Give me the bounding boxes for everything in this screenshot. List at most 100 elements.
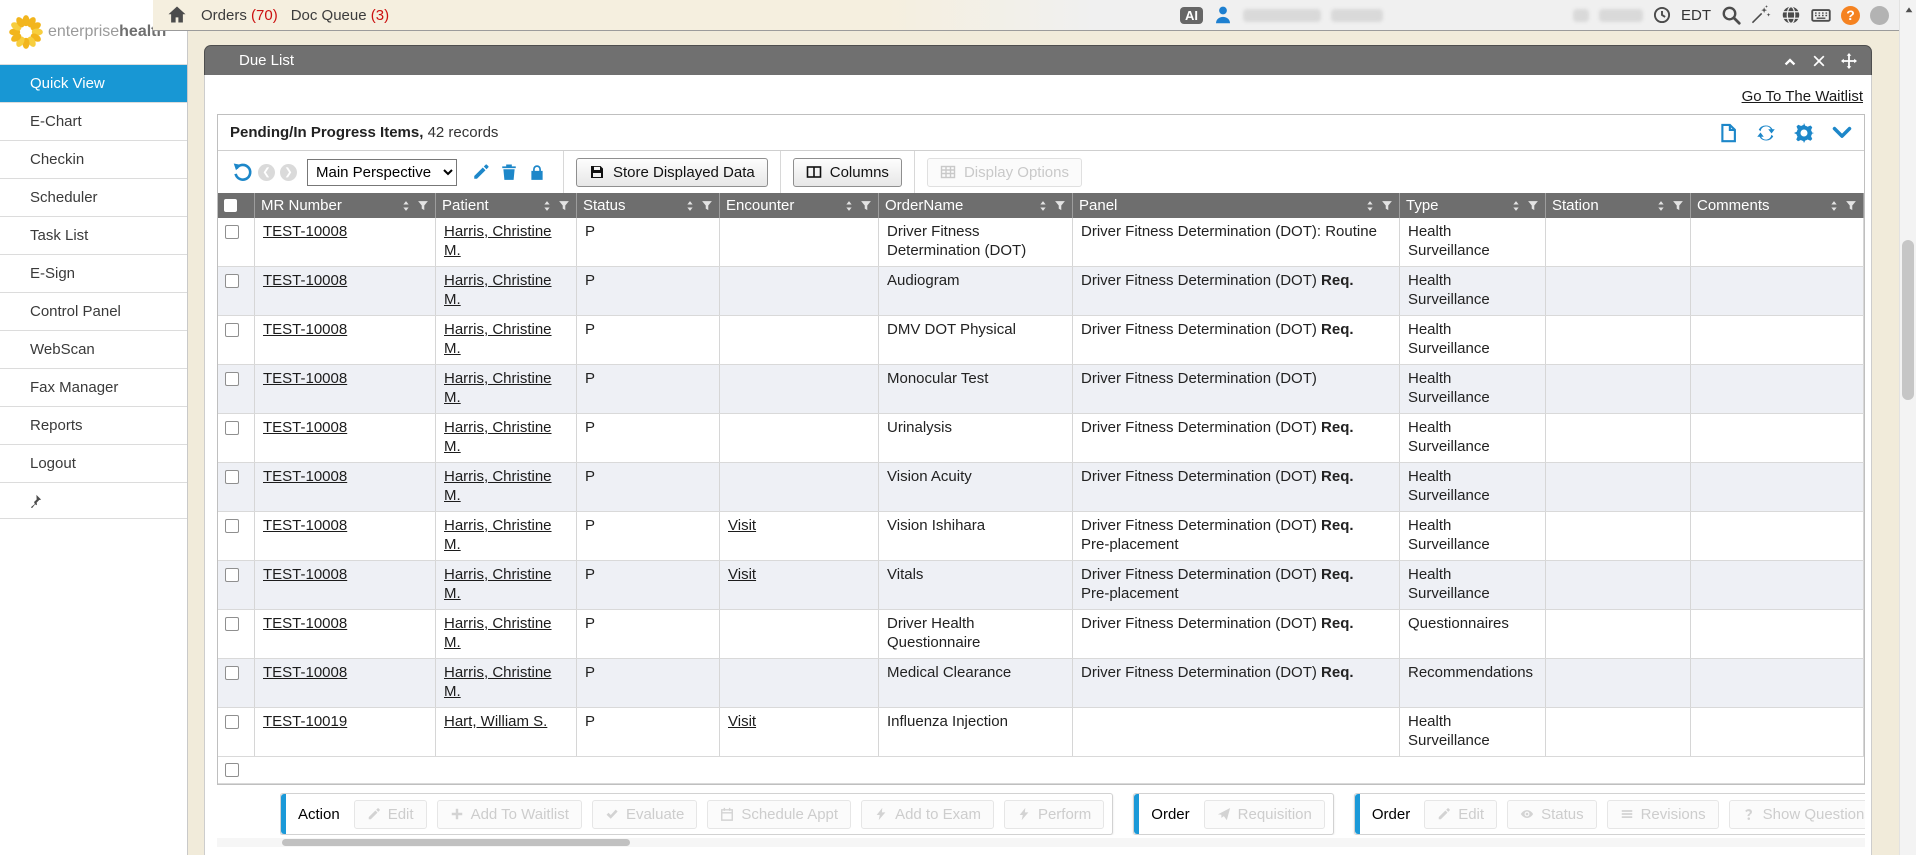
patient-link[interactable]: Harris, Christine M. (444, 223, 552, 259)
column-header-mr-number[interactable]: MR Number (255, 193, 436, 218)
patient-link[interactable]: Harris, Christine M. (444, 272, 552, 308)
column-header-status[interactable]: Status (577, 193, 720, 218)
row-checkbox[interactable] (225, 617, 239, 631)
sidebar-item-e-chart[interactable]: E-Chart (0, 103, 187, 141)
patient-link[interactable]: Hart, William S. (444, 713, 547, 730)
encounter-link[interactable]: Visit (728, 517, 756, 534)
row-checkbox[interactable] (225, 372, 239, 386)
patient-link[interactable]: Harris, Christine M. (444, 664, 552, 700)
row-checkbox[interactable] (225, 519, 239, 533)
sidebar-item-quick-view[interactable]: Quick View (0, 65, 187, 103)
undo-icon[interactable] (233, 162, 253, 182)
column-header-patient[interactable]: Patient (436, 193, 577, 218)
mr-number-link[interactable]: TEST-10008 (263, 223, 347, 240)
row-checkbox[interactable] (225, 470, 239, 484)
encounter-link[interactable]: Visit (728, 566, 756, 583)
row-checkbox[interactable] (225, 568, 239, 582)
settings-gear-icon[interactable] (1794, 123, 1814, 143)
mr-number-link[interactable]: TEST-10008 (263, 566, 347, 583)
encounter-link[interactable]: Visit (728, 713, 756, 730)
column-header-encounter[interactable]: Encounter (720, 193, 879, 218)
column-header-comments[interactable]: Comments (1691, 193, 1864, 218)
sidebar-item-reports[interactable]: Reports (0, 407, 187, 445)
footer-select-checkbox[interactable] (225, 763, 239, 777)
patient-link[interactable]: Harris, Christine M. (444, 321, 552, 357)
filter-icon[interactable] (1527, 200, 1539, 212)
home-icon[interactable] (167, 5, 187, 25)
sidebar-pin-row[interactable] (0, 483, 187, 519)
mr-number-link[interactable]: TEST-10008 (263, 468, 347, 485)
collapse-icon[interactable] (1783, 54, 1797, 68)
row-checkbox[interactable] (225, 225, 239, 239)
sort-icon[interactable] (843, 200, 855, 212)
sidebar-item-task-list[interactable]: Task List (0, 217, 187, 255)
mr-number-link[interactable]: TEST-10019 (263, 713, 347, 730)
move-icon[interactable] (1841, 53, 1857, 69)
store-displayed-data-button[interactable]: Store Displayed Data (576, 158, 768, 187)
mr-number-link[interactable]: TEST-10008 (263, 370, 347, 387)
scrollbar-thumb[interactable] (1902, 240, 1914, 400)
column-header-panel[interactable]: Panel (1073, 193, 1400, 218)
sidebar-item-scheduler[interactable]: Scheduler (0, 179, 187, 217)
sort-icon[interactable] (684, 200, 696, 212)
patient-link[interactable]: Harris, Christine M. (444, 419, 552, 455)
row-checkbox[interactable] (225, 421, 239, 435)
new-document-icon[interactable] (1718, 123, 1738, 143)
row-checkbox[interactable] (225, 274, 239, 288)
mr-number-link[interactable]: TEST-10008 (263, 517, 347, 534)
patient-link[interactable]: Harris, Christine M. (444, 370, 552, 406)
sidebar-item-logout[interactable]: Logout (0, 445, 187, 483)
mr-number-link[interactable]: TEST-10008 (263, 664, 347, 681)
magic-wand-icon[interactable] (1751, 5, 1771, 25)
close-icon[interactable] (1812, 54, 1826, 68)
sidebar-item-fax-manager[interactable]: Fax Manager (0, 369, 187, 407)
filter-icon[interactable] (558, 200, 570, 212)
search-icon[interactable] (1721, 5, 1741, 25)
avatar[interactable] (1870, 6, 1889, 25)
sort-icon[interactable] (541, 200, 553, 212)
topnav-item-orders[interactable]: Orders (70) (201, 7, 278, 24)
mr-number-link[interactable]: TEST-10008 (263, 615, 347, 632)
filter-icon[interactable] (1381, 200, 1393, 212)
perspective-select[interactable]: Main Perspective (307, 159, 457, 186)
horizontal-scrollbar-thumb[interactable] (282, 839, 630, 846)
edit-perspective-icon[interactable] (472, 163, 490, 181)
patient-link[interactable]: Harris, Christine M. (444, 517, 552, 553)
sidebar-item-checkin[interactable]: Checkin (0, 141, 187, 179)
chevron-down-icon[interactable] (1832, 123, 1852, 143)
filter-icon[interactable] (1672, 200, 1684, 212)
sort-icon[interactable] (1828, 200, 1840, 212)
filter-icon[interactable] (860, 200, 872, 212)
sort-icon[interactable] (1037, 200, 1049, 212)
sidebar-item-control-panel[interactable]: Control Panel (0, 293, 187, 331)
mr-number-link[interactable]: TEST-10008 (263, 419, 347, 436)
help-icon[interactable]: ? (1841, 6, 1860, 25)
globe-icon[interactable] (1781, 5, 1801, 25)
filter-icon[interactable] (1845, 200, 1857, 212)
column-header-type[interactable]: Type (1400, 193, 1546, 218)
column-header-station[interactable]: Station (1546, 193, 1691, 218)
columns-button[interactable]: Columns (793, 158, 902, 187)
refresh-icon[interactable] (1756, 123, 1776, 143)
sidebar-item-e-sign[interactable]: E-Sign (0, 255, 187, 293)
patient-link[interactable]: Harris, Christine M. (444, 566, 552, 602)
sort-icon[interactable] (1510, 200, 1522, 212)
mr-number-link[interactable]: TEST-10008 (263, 321, 347, 338)
waitlist-link[interactable]: Go To The Waitlist (1742, 88, 1863, 105)
row-checkbox[interactable] (225, 666, 239, 680)
patient-link[interactable]: Harris, Christine M. (444, 468, 552, 504)
history-back-icon[interactable]: ❮ (258, 164, 275, 181)
row-checkbox[interactable] (225, 715, 239, 729)
patient-link[interactable]: Harris, Christine M. (444, 615, 552, 651)
delete-perspective-icon[interactable] (500, 163, 518, 181)
filter-icon[interactable] (701, 200, 713, 212)
ai-badge[interactable]: AI (1180, 7, 1203, 24)
keyboard-icon[interactable] (1811, 5, 1831, 25)
filter-icon[interactable] (417, 200, 429, 212)
sort-icon[interactable] (400, 200, 412, 212)
scrollbar-up-icon[interactable] (1903, 4, 1915, 16)
sort-icon[interactable] (1655, 200, 1667, 212)
sidebar-item-webscan[interactable]: WebScan (0, 331, 187, 369)
mr-number-link[interactable]: TEST-10008 (263, 272, 347, 289)
filter-icon[interactable] (1054, 200, 1066, 212)
